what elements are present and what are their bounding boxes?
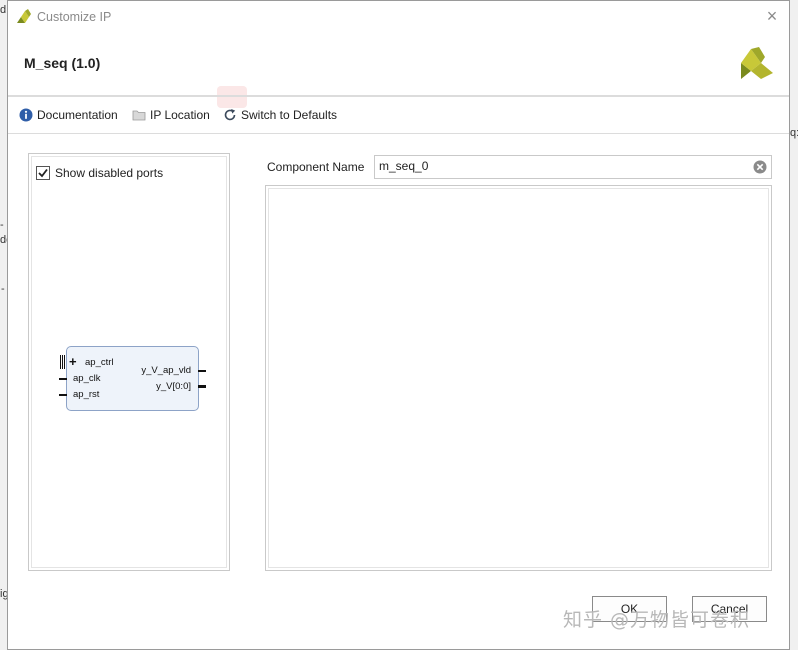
show-disabled-ports-label: Show disabled ports [55,166,164,180]
parameters-panel [265,185,772,571]
ip-title: M_seq (1.0) [24,55,101,71]
switch-to-defaults-button[interactable]: Switch to Defaults [223,108,337,122]
component-name-label: Component Name [267,160,365,174]
parameters-content [268,188,769,568]
ip-header: M_seq (1.0) [8,31,789,95]
show-disabled-ports-option[interactable]: Show disabled ports [36,166,163,180]
close-icon: × [766,6,778,26]
port-label-left: ap_rst [73,389,100,400]
background-fragment: - [0,219,4,231]
ap-clk-pin [59,378,67,380]
show-disabled-ports-checkbox[interactable] [36,166,50,180]
y-v-ap-vld-pin [198,370,206,372]
clear-icon[interactable] [753,160,767,174]
expand-plus-icon[interactable]: + [69,354,77,369]
port-label-left: ap_ctrl [85,357,114,368]
y-v-data-pin [198,385,206,388]
ap-rst-pin [59,394,67,396]
background-app-left [0,0,7,650]
xilinx-logo-icon [741,47,773,79]
folder-icon [132,110,146,121]
refresh-icon [224,109,236,121]
toolbar: Documentation IP Location Switch to Defa… [8,97,789,133]
component-name-input[interactable]: m_seq_0 [374,155,772,179]
info-icon [19,108,33,122]
customize-ip-dialog: Customize IP × M_seq (1.0) Documentation [7,0,790,650]
documentation-label: Documentation [37,108,118,122]
title-bar[interactable]: Customize IP × [8,1,789,31]
ip-block-symbol[interactable]: + ap_ctrl ap_clk ap_rst y_V_ap_vld y_V[0… [59,346,206,411]
background-fragment: q: [790,127,798,139]
xilinx-logo-icon [17,9,31,23]
switch-to-defaults-label: Switch to Defaults [241,108,338,122]
background-app-right [790,0,798,650]
ip-location-button[interactable]: IP Location [132,108,210,122]
background-fragment: - [1,283,5,295]
background-fragment: d [0,4,7,16]
ip-symbol-canvas: Show disabled ports + ap_ctrl ap_clk ap_… [31,156,227,568]
port-label-right: y_V_ap_vld [141,365,191,376]
ip-location-label: IP Location [150,108,210,122]
close-button[interactable]: × [763,7,781,25]
ip-symbol-panel: Show disabled ports + ap_ctrl ap_clk ap_… [28,153,230,571]
port-label-right: y_V[0:0] [156,381,191,392]
documentation-button[interactable]: Documentation [19,108,118,122]
window-title: Customize IP [37,10,112,24]
ap-ctrl-bus-pin [60,355,66,369]
toolbar-divider [8,133,789,134]
port-label-left: ap_clk [73,373,101,384]
watermark-text: 知乎 @万物皆可卷积 [563,609,751,631]
checkmark-icon [38,168,48,178]
